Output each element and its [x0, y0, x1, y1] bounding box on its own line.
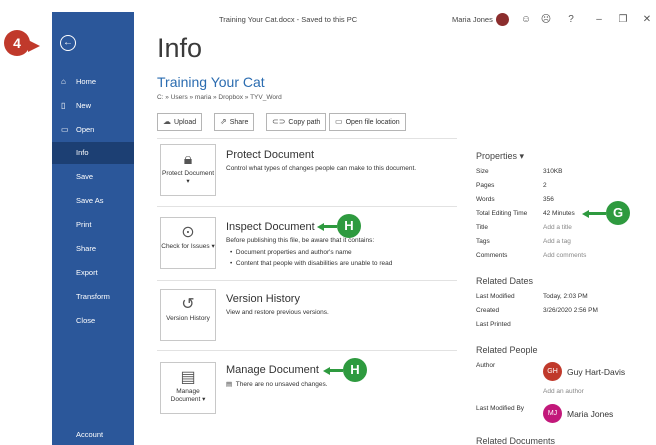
property-value: 2 — [543, 182, 547, 189]
user-avatar[interactable] — [496, 13, 509, 26]
card-desc-inspect: Before publishing this file, be aware th… — [226, 237, 375, 244]
related-dates-heading: Related Dates — [476, 276, 534, 286]
author-avatar[interactable]: GH — [543, 362, 562, 381]
title-field[interactable]: Add a title — [543, 224, 572, 231]
card-title-protect: Protect Document — [226, 149, 315, 161]
sidebar-item-save[interactable]: Save — [52, 166, 134, 188]
property-label: Words — [476, 196, 495, 203]
open-file-location-button[interactable]: ▭ Open file location — [329, 113, 406, 131]
author-name[interactable]: Guy Hart-Davis — [567, 367, 625, 377]
modifier-name[interactable]: Maria Jones — [567, 409, 613, 419]
card-desc-protect: Control what types of changes people can… — [226, 165, 417, 172]
property-label: Last Printed — [476, 321, 511, 328]
share-button[interactable]: ⇗ Share — [214, 113, 255, 131]
sidebar-item-share[interactable]: Share — [52, 238, 134, 260]
home-icon: ⌂ — [61, 77, 66, 86]
card-desc-version: View and restore previous versions. — [226, 309, 329, 316]
manage-document-button[interactable]: ▤ Manage Document ▾ — [160, 362, 216, 414]
copy-path-button[interactable]: ⊂⊃ Copy path — [266, 113, 327, 131]
callout-arrow — [28, 40, 40, 52]
property-value: 3/26/2020 2:56 PM — [543, 307, 598, 314]
properties-heading[interactable]: Properties ▾ — [476, 151, 524, 162]
folder-icon: ▭ — [335, 117, 343, 126]
last-modified-by-label: Last Modified By — [476, 405, 525, 412]
property-label: Comments — [476, 252, 508, 259]
divider — [157, 280, 457, 281]
lock-icon: 🔒︎ — [183, 151, 193, 168]
step-4-callout: 4 — [4, 30, 30, 56]
card-title-version: Version History — [226, 293, 300, 305]
callout-h-manage: H — [343, 358, 367, 382]
property-value: Today, 2:03 PM — [543, 293, 588, 300]
minimize-icon[interactable]: – — [592, 13, 606, 27]
smile-feedback-icon[interactable]: ☺ — [519, 13, 533, 27]
author-label: Author — [476, 362, 496, 369]
title-bar: Training Your Cat.docx - Saved to this P… — [134, 12, 656, 30]
folder-icon: ▭ — [61, 125, 69, 134]
sidebar-item-print[interactable]: Print — [52, 214, 134, 236]
sidebar-item-open[interactable]: ▭ Open — [52, 119, 134, 141]
list-item: • Document properties and author's name — [230, 249, 352, 256]
card-desc-manage: ▤ There are no unsaved changes. — [226, 381, 328, 388]
card-title-manage: Manage Document — [226, 364, 319, 376]
checklist-icon: ⊙ — [181, 224, 195, 241]
sidebar-item-close[interactable]: Close — [52, 310, 134, 332]
callout-h-inspect: H — [337, 214, 361, 238]
share-icon: ⇗ — [220, 117, 227, 126]
comments-field[interactable]: Add comments — [543, 252, 586, 259]
sidebar-item-save-as[interactable]: Save As — [52, 190, 134, 212]
document-status-icon: ▤ — [226, 381, 233, 388]
new-doc-icon: ▯ — [61, 101, 66, 110]
divider — [157, 206, 457, 207]
document-path: C: » Users » maria » Dropbox » TYV_Word — [157, 94, 282, 101]
document-icon: ▤ — [180, 369, 196, 386]
callout-line — [329, 369, 343, 372]
modifier-avatar[interactable]: MJ — [543, 404, 562, 423]
list-item: • Content that people with disabilities … — [230, 260, 393, 267]
property-value: 356 — [543, 196, 554, 203]
restore-icon[interactable]: ❐ — [616, 13, 630, 27]
divider — [157, 138, 457, 139]
related-documents-heading: Related Documents — [476, 436, 556, 445]
sidebar-item-info[interactable]: Info — [52, 142, 134, 164]
property-label: Last Modified — [476, 293, 515, 300]
sidebar-item-new[interactable]: ▯ New — [52, 95, 134, 117]
callout-g-editing-time: G — [606, 201, 630, 225]
upload-button[interactable]: ☁ Upload — [157, 113, 203, 131]
related-people-heading: Related People — [476, 345, 538, 355]
document-title: Training Your Cat.docx - Saved to this P… — [219, 15, 358, 24]
total-editing-time-value: 42 Minutes — [543, 210, 575, 217]
property-label: Created — [476, 307, 500, 314]
property-label: Tags — [476, 238, 490, 245]
property-label: Pages — [476, 182, 495, 189]
link-icon: ⊂⊃ — [272, 117, 286, 126]
sidebar-item-export[interactable]: Export — [52, 262, 134, 284]
help-icon[interactable]: ? — [564, 13, 578, 27]
property-label: Total Editing Time — [476, 210, 528, 217]
check-for-issues-button[interactable]: ⊙ Check for Issues ▾ — [160, 217, 216, 269]
property-label: Size — [476, 168, 489, 175]
version-history-button[interactable]: ↺ Version History — [160, 289, 216, 341]
close-icon[interactable]: ✕ — [640, 13, 654, 27]
page-title: Info — [157, 33, 203, 63]
property-label: Title — [476, 224, 489, 231]
divider — [157, 350, 457, 351]
history-clock-icon: ↺ — [181, 296, 195, 313]
backstage-sidebar: ← ⌂ Home ▯ New ▭ Open Info Save Save As Pri… — [52, 12, 134, 445]
user-name[interactable]: Maria Jones — [452, 15, 493, 24]
back-arrow-icon[interactable]: ← — [60, 35, 76, 51]
callout-line — [323, 225, 337, 228]
protect-document-button[interactable]: 🔒︎ Protect Document ▾ — [160, 144, 216, 196]
tags-field[interactable]: Add a tag — [543, 238, 571, 245]
card-title-inspect: Inspect Document — [226, 221, 315, 233]
sidebar-item-home[interactable]: ⌂ Home — [52, 71, 134, 93]
upload-icon: ☁ — [163, 117, 171, 126]
callout-line — [588, 212, 606, 215]
sidebar-item-account[interactable]: Account — [52, 424, 134, 445]
property-value: 310KB — [543, 168, 563, 175]
add-author-link[interactable]: Add an author — [543, 388, 584, 395]
sidebar-item-transform[interactable]: Transform — [52, 286, 134, 308]
frown-feedback-icon[interactable]: ☹ — [539, 13, 553, 27]
document-name: Training Your Cat — [157, 74, 265, 90]
